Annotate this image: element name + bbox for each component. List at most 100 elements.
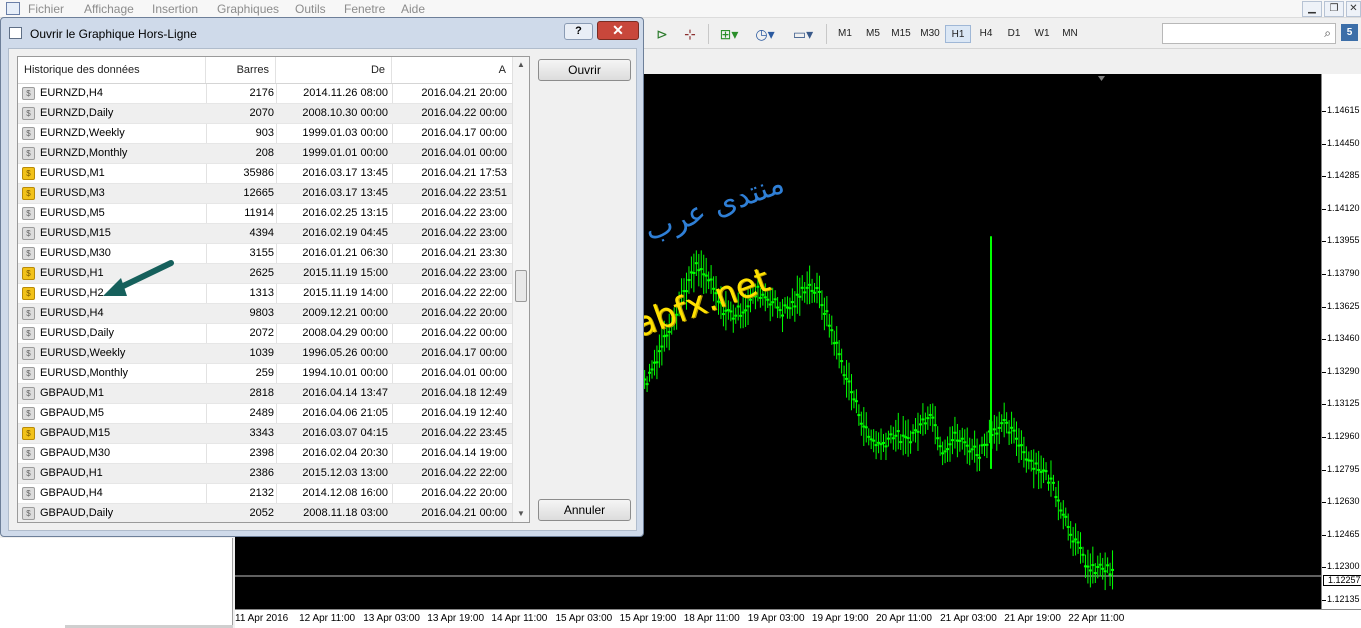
history-table: Historique des données Barres De A $ EURN… <box>17 56 530 523</box>
x-tick-label: 18 Apr 11:00 <box>683 613 740 624</box>
indicators-icon[interactable]: ⊞▾ <box>716 24 742 44</box>
table-row[interactable]: $ EURUSD,Daily 2072 2008.04.29 00:00 2016.04… <box>18 324 512 344</box>
menu-fichier[interactable]: Fichier <box>28 2 64 16</box>
grey-currency-icon: $ <box>22 487 35 500</box>
grey-currency-icon: $ <box>22 447 35 460</box>
y-tick-label: 1.12630 <box>1327 496 1360 507</box>
row-to: 2016.04.21 20:00 <box>421 87 507 99</box>
periods-icon[interactable]: ◷▾ <box>752 24 778 44</box>
menu-outils[interactable]: Outils <box>295 2 326 16</box>
x-tick-label: 12 Apr 11:00 <box>299 613 356 624</box>
help-button[interactable]: ? <box>564 23 593 40</box>
timeframe-h4[interactable]: H4 <box>973 25 999 43</box>
autoscroll-icon[interactable]: ⊹ <box>680 24 700 44</box>
table-row[interactable]: $ EURNZD,H4 2176 2014.11.26 08:00 2016.04.21… <box>18 84 512 104</box>
column-header-from[interactable]: De <box>276 57 392 83</box>
row-from: 2016.03.17 13:45 <box>302 167 388 179</box>
x-tick-label: 15 Apr 03:00 <box>555 613 613 624</box>
table-row[interactable]: $ EURNZD,Weekly 903 1999.01.03 00:00 2016.04… <box>18 124 512 144</box>
row-bars: 2132 <box>249 487 274 499</box>
table-row[interactable]: $ GBPAUD,Daily 2052 2008.11.18 03:00 2016.04… <box>18 504 512 522</box>
menu-insertion[interactable]: Insertion <box>152 2 198 16</box>
grey-currency-icon: $ <box>22 247 35 260</box>
table-scrollbar[interactable]: ▲ ▼ <box>512 57 529 522</box>
row-to: 2016.04.18 12:49 <box>421 387 507 399</box>
timeframe-m30[interactable]: M30 <box>916 25 944 43</box>
templates-icon[interactable]: ▭▾ <box>788 24 818 44</box>
column-header-history[interactable]: Historique des données <box>18 57 206 83</box>
chart-shift-icon[interactable]: ⊳ <box>652 24 672 44</box>
table-row[interactable]: $ EURUSD,H2 1313 2015.11.19 14:00 2016.04.22… <box>18 284 512 304</box>
minimize-icon[interactable]: ▁ <box>1302 1 1322 17</box>
row-to: 2016.04.22 00:00 <box>421 107 507 119</box>
timeframe-d1[interactable]: D1 <box>1001 25 1027 43</box>
table-row[interactable]: $ GBPAUD,H1 2386 2015.12.03 13:00 2016.04.22… <box>18 464 512 484</box>
table-row[interactable]: $ EURUSD,H4 9803 2009.12.21 00:00 2016.04.22… <box>18 304 512 324</box>
row-bars: 2818 <box>249 387 274 399</box>
timeframe-h1[interactable]: H1 <box>945 25 971 43</box>
timeframe-m15[interactable]: M15 <box>888 25 914 43</box>
row-symbol: EURUSD,M5 <box>40 207 105 219</box>
table-row[interactable]: $ EURNZD,Monthly 208 1999.01.01 00:00 2016.0… <box>18 144 512 164</box>
row-bars: 259 <box>255 367 274 379</box>
row-bars: 4394 <box>249 227 274 239</box>
open-button[interactable]: Ouvrir <box>538 59 631 81</box>
y-tick-label: 1.12960 <box>1327 431 1360 441</box>
search-icon[interactable]: ⌕ <box>1324 26 1331 41</box>
x-tick-label: 21 Apr 03:00 <box>940 613 997 624</box>
shift-marker-icon[interactable] <box>1098 76 1105 81</box>
gold-currency-icon: $ <box>22 267 35 280</box>
row-symbol: GBPAUD,M5 <box>40 407 104 419</box>
dialog-close-button[interactable]: ✕ <box>597 21 639 40</box>
row-bars: 2070 <box>249 107 274 119</box>
row-symbol: EURUSD,Monthly <box>40 367 129 379</box>
scroll-thumb[interactable] <box>515 270 527 302</box>
x-tick-label: 21 Apr 19:00 <box>1004 613 1061 624</box>
table-row[interactable]: $ GBPAUD,M15 3343 2016.03.07 04:15 2016.04.2… <box>18 424 512 444</box>
table-row[interactable]: $ EURUSD,M30 3155 2016.01.21 06:30 2016.04.2… <box>18 244 512 264</box>
column-header-bars[interactable]: Barres <box>206 57 276 83</box>
table-row[interactable]: $ GBPAUD,M5 2489 2016.04.06 21:05 2016.04.19… <box>18 404 512 424</box>
restore-icon[interactable]: ❐ <box>1324 1 1344 17</box>
y-tick-label: 1.14120 <box>1327 202 1360 213</box>
table-row[interactable]: $ GBPAUD,M30 2398 2016.02.04 20:30 2016.04.1… <box>18 444 512 464</box>
table-row[interactable]: $ EURUSD,M5 11914 2016.02.25 13:15 2016.04.2… <box>18 204 512 224</box>
search-input[interactable]: ⌕ <box>1162 23 1336 44</box>
table-row[interactable]: $ EURUSD,Weekly 1039 1996.05.26 00:00 2016.0… <box>18 344 512 364</box>
table-row[interactable]: $ EURUSD,H1 2625 2015.11.19 15:00 2016.04.22… <box>18 264 512 284</box>
table-row[interactable]: $ EURNZD,Daily 2070 2008.10.30 00:00 2016.04… <box>18 104 512 124</box>
table-row[interactable]: $ GBPAUD,H4 2132 2014.12.08 16:00 2016.04.22… <box>18 484 512 504</box>
menu-affichage[interactable]: Affichage <box>84 2 134 16</box>
menu-aide[interactable]: Aide <box>401 2 425 16</box>
timeframe-m1[interactable]: M1 <box>832 25 858 43</box>
table-row[interactable]: $ EURUSD,M1 35986 2016.03.17 13:45 2016.04.2… <box>18 164 512 184</box>
dialog-titlebar[interactable]: Ouvrir le Graphique Hors-Ligne ? ✕ <box>1 18 643 46</box>
row-bars: 3343 <box>249 427 274 439</box>
scroll-down-icon[interactable]: ▼ <box>513 506 529 522</box>
close-icon[interactable]: ✕ <box>1346 1 1361 17</box>
row-to: 2016.04.22 23:00 <box>421 207 507 219</box>
row-from: 2015.11.19 14:00 <box>303 287 388 299</box>
timeframe-w1[interactable]: W1 <box>1029 25 1055 43</box>
row-from: 2016.03.07 04:15 <box>302 427 388 439</box>
y-tick-mark <box>1322 111 1326 112</box>
cancel-button[interactable]: Annuler <box>538 499 631 521</box>
timeframe-m5[interactable]: M5 <box>860 25 886 43</box>
timeframe-mn[interactable]: MN <box>1057 25 1083 43</box>
row-from: 2016.03.17 13:45 <box>302 187 388 199</box>
table-row[interactable]: $ EURUSD,Monthly 259 1994.10.01 00:00 2016.0… <box>18 364 512 384</box>
x-tick-label: 15 Apr 19:00 <box>619 613 677 624</box>
notification-badge[interactable]: 5 <box>1341 24 1358 41</box>
column-header-to[interactable]: A <box>392 57 512 83</box>
menu-graphiques[interactable]: Graphiques <box>217 2 279 16</box>
menu-fenetre[interactable]: Fenetre <box>344 2 385 16</box>
scroll-up-icon[interactable]: ▲ <box>513 57 529 73</box>
y-tick-mark <box>1322 567 1326 569</box>
row-to: 2016.04.21 17:53 <box>421 167 507 179</box>
grey-currency-icon: $ <box>22 307 35 320</box>
table-row[interactable]: $ EURUSD,M3 12665 2016.03.17 13:45 2016.04.2… <box>18 184 512 204</box>
table-row[interactable]: $ GBPAUD,M1 2818 2016.04.14 13:47 2016.04.18… <box>18 384 512 404</box>
table-row[interactable]: $ EURUSD,M15 4394 2016.02.19 04:45 2016.04.2… <box>18 224 512 244</box>
y-tick-label: 1.13955 <box>1327 235 1360 246</box>
table-header: Historique des données Barres De A <box>18 57 512 84</box>
